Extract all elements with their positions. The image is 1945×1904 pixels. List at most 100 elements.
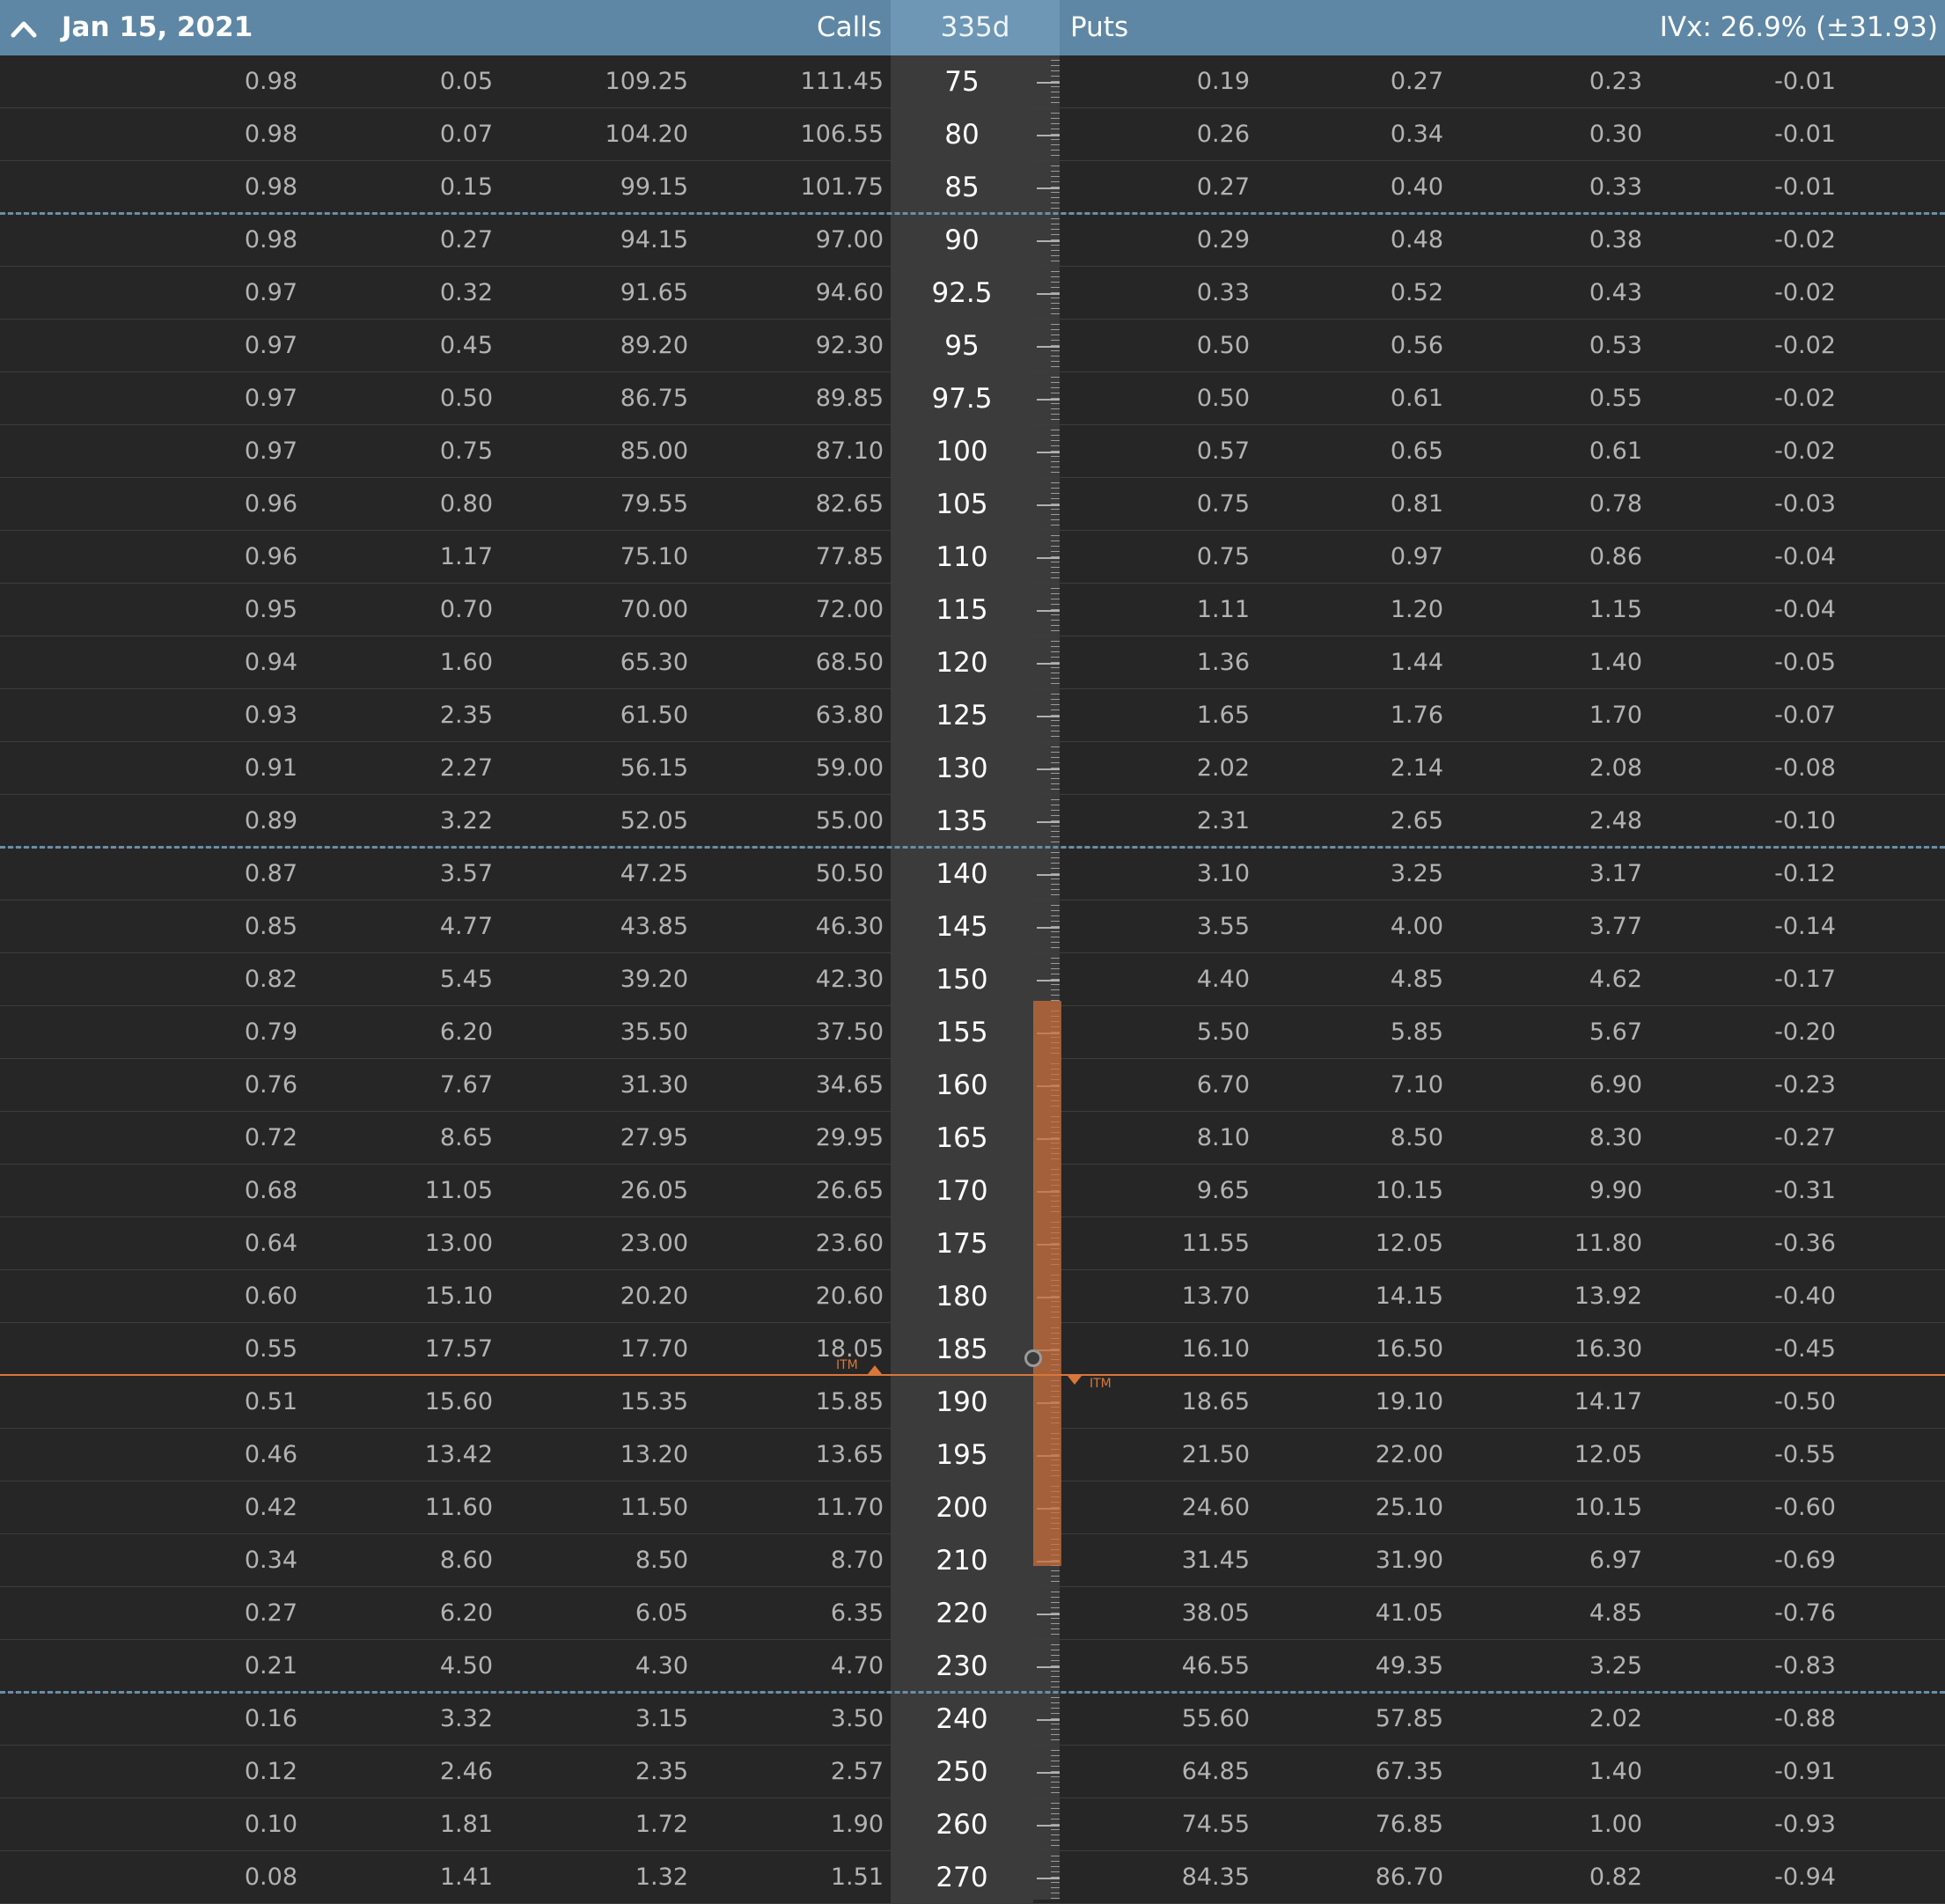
chain-row[interactable]: 0.55 17.57 17.70 18.05 185 16.10 16.50 16.30 -0.… [0, 1323, 1945, 1376]
put-delta[interactable]: -0.88 [1642, 1693, 1836, 1746]
put-delta[interactable]: -0.05 [1642, 636, 1836, 689]
call-extrinsic[interactable]: 4.50 [297, 1640, 493, 1693]
put-ask[interactable]: 10.15 [1250, 1165, 1443, 1217]
call-bid[interactable]: 23.00 [493, 1217, 688, 1270]
call-delta[interactable]: 0.82 [0, 953, 297, 1006]
chain-row[interactable]: 0.97 0.75 85.00 87.10 100 0.57 0.65 0.61 -0.02 [0, 425, 1945, 478]
put-ask[interactable]: 31.90 [1250, 1534, 1443, 1587]
put-ask[interactable]: 3.25 [1250, 848, 1443, 901]
call-ask[interactable]: 2.57 [688, 1746, 884, 1798]
put-delta[interactable]: -0.01 [1642, 108, 1836, 161]
put-ask[interactable]: 76.85 [1250, 1798, 1443, 1851]
call-bid[interactable]: 85.00 [493, 425, 688, 478]
call-ask[interactable]: 55.00 [688, 795, 884, 848]
put-mid[interactable]: 0.82 [1443, 1851, 1642, 1904]
chain-row[interactable]: 0.34 8.60 8.50 8.70 210 31.45 31.90 6.97 -0.69 [0, 1534, 1945, 1587]
put-ask[interactable]: 5.85 [1250, 1006, 1443, 1059]
chain-row[interactable]: 0.98 0.15 99.15 101.75 85 0.27 0.40 0.33 -0.01 [0, 161, 1945, 214]
call-delta[interactable]: 0.10 [0, 1798, 297, 1851]
put-mid[interactable]: 0.55 [1443, 372, 1642, 425]
put-mid[interactable]: 2.02 [1443, 1693, 1642, 1746]
call-extrinsic[interactable]: 0.80 [297, 478, 493, 531]
put-ask[interactable]: 19.10 [1250, 1376, 1443, 1429]
call-ask[interactable]: 87.10 [688, 425, 884, 478]
put-ask[interactable]: 2.14 [1250, 742, 1443, 795]
call-delta[interactable]: 0.76 [0, 1059, 297, 1112]
call-bid[interactable]: 13.20 [493, 1429, 688, 1481]
call-extrinsic[interactable]: 0.15 [297, 161, 493, 214]
put-mid[interactable]: 4.85 [1443, 1587, 1642, 1640]
put-bid[interactable]: 1.36 [1060, 636, 1250, 689]
chain-row[interactable]: 0.97 0.45 89.20 92.30 95 0.50 0.56 0.53 -0.02 [0, 320, 1945, 372]
call-ask[interactable]: 37.50 [688, 1006, 884, 1059]
call-ask[interactable]: 3.50 [688, 1693, 884, 1746]
put-bid[interactable]: 16.10 [1060, 1323, 1250, 1376]
put-delta[interactable]: -0.07 [1642, 689, 1836, 742]
put-delta[interactable]: -0.93 [1642, 1798, 1836, 1851]
put-delta[interactable]: -0.02 [1642, 372, 1836, 425]
call-ask[interactable]: 111.45 [688, 55, 884, 108]
put-mid[interactable]: 0.43 [1443, 267, 1642, 320]
call-extrinsic[interactable]: 0.07 [297, 108, 493, 161]
call-delta[interactable]: 0.97 [0, 267, 297, 320]
call-extrinsic[interactable]: 3.32 [297, 1693, 493, 1746]
call-extrinsic[interactable]: 0.05 [297, 55, 493, 108]
call-delta[interactable]: 0.98 [0, 108, 297, 161]
call-ask[interactable]: 29.95 [688, 1112, 884, 1165]
call-ask[interactable]: 106.55 [688, 108, 884, 161]
put-bid[interactable]: 0.57 [1060, 425, 1250, 478]
put-ask[interactable]: 0.27 [1250, 55, 1443, 108]
call-bid[interactable]: 1.72 [493, 1798, 688, 1851]
put-mid[interactable]: 0.23 [1443, 55, 1642, 108]
put-delta[interactable]: -0.14 [1642, 901, 1836, 953]
put-delta[interactable]: -0.45 [1642, 1323, 1836, 1376]
call-bid[interactable]: 17.70 [493, 1323, 688, 1376]
call-delta[interactable]: 0.85 [0, 901, 297, 953]
put-bid[interactable]: 0.50 [1060, 320, 1250, 372]
call-extrinsic[interactable]: 2.35 [297, 689, 493, 742]
call-ask[interactable]: 13.65 [688, 1429, 884, 1481]
put-delta[interactable]: -0.02 [1642, 214, 1836, 267]
put-bid[interactable]: 21.50 [1060, 1429, 1250, 1481]
put-delta[interactable]: -0.08 [1642, 742, 1836, 795]
call-extrinsic[interactable]: 1.81 [297, 1798, 493, 1851]
call-bid[interactable]: 61.50 [493, 689, 688, 742]
chain-row[interactable]: 0.98 0.27 94.15 97.00 90 0.29 0.48 0.38 -0.02 [0, 214, 1945, 267]
call-extrinsic[interactable]: 2.27 [297, 742, 493, 795]
put-bid[interactable]: 0.75 [1060, 478, 1250, 531]
put-bid[interactable]: 3.10 [1060, 848, 1250, 901]
call-delta[interactable]: 0.46 [0, 1429, 297, 1481]
put-bid[interactable]: 46.55 [1060, 1640, 1250, 1693]
put-mid[interactable]: 0.33 [1443, 161, 1642, 214]
call-bid[interactable]: 65.30 [493, 636, 688, 689]
put-ask[interactable]: 8.50 [1250, 1112, 1443, 1165]
call-ask[interactable]: 11.70 [688, 1481, 884, 1534]
call-delta[interactable]: 0.34 [0, 1534, 297, 1587]
put-delta[interactable]: -0.01 [1642, 161, 1836, 214]
call-extrinsic[interactable]: 0.32 [297, 267, 493, 320]
call-ask[interactable]: 89.85 [688, 372, 884, 425]
call-extrinsic[interactable]: 5.45 [297, 953, 493, 1006]
call-ask[interactable]: 97.00 [688, 214, 884, 267]
call-bid[interactable]: 52.05 [493, 795, 688, 848]
chain-row[interactable]: 0.46 13.42 13.20 13.65 195 21.50 22.00 12.05 -0.… [0, 1429, 1945, 1481]
call-extrinsic[interactable]: 7.67 [297, 1059, 493, 1112]
call-bid[interactable]: 99.15 [493, 161, 688, 214]
put-delta[interactable]: -0.02 [1642, 425, 1836, 478]
chain-row[interactable]: 0.97 0.32 91.65 94.60 92.5 0.33 0.52 0.43 -0.02 [0, 267, 1945, 320]
put-ask[interactable]: 12.05 [1250, 1217, 1443, 1270]
put-mid[interactable]: 4.62 [1443, 953, 1642, 1006]
chain-row[interactable]: 0.21 4.50 4.30 4.70 230 46.55 49.35 3.25 -0.83 [0, 1640, 1945, 1693]
call-bid[interactable]: 2.35 [493, 1746, 688, 1798]
put-ask[interactable]: 0.56 [1250, 320, 1443, 372]
put-ask[interactable]: 25.10 [1250, 1481, 1443, 1534]
call-extrinsic[interactable]: 13.00 [297, 1217, 493, 1270]
put-ask[interactable]: 1.20 [1250, 584, 1443, 636]
put-mid[interactable]: 2.48 [1443, 795, 1642, 848]
call-delta[interactable]: 0.60 [0, 1270, 297, 1323]
call-ask[interactable]: 72.00 [688, 584, 884, 636]
put-mid[interactable]: 0.86 [1443, 531, 1642, 584]
chain-row[interactable]: 0.68 11.05 26.05 26.65 170 9.65 10.15 9.90 -0.31 [0, 1165, 1945, 1217]
call-extrinsic[interactable]: 6.20 [297, 1006, 493, 1059]
put-mid[interactable]: 5.67 [1443, 1006, 1642, 1059]
